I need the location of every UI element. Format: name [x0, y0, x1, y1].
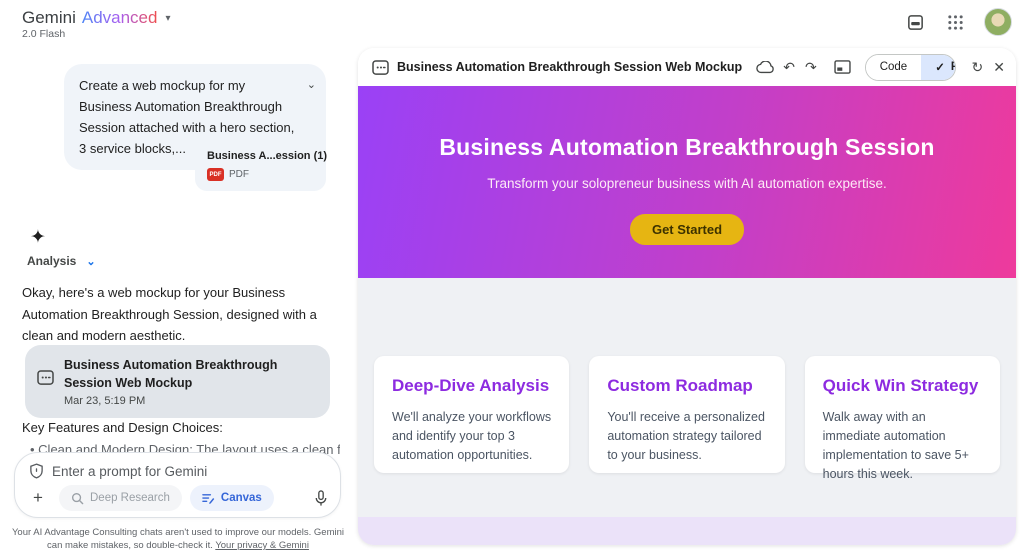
apps-grid-icon[interactable] [944, 11, 966, 33]
card-title: Custom Roadmap [607, 376, 753, 395]
artifact-card[interactable]: Business Automation Breakthrough Session… [25, 345, 330, 418]
get-started-button[interactable]: Get Started [629, 213, 745, 245]
model-version-label: 2.0 Flash [22, 28, 66, 40]
card-body: Walk away with an immediate automation i… [822, 410, 969, 481]
document-icon [37, 370, 54, 407]
attachment-name: Business A...ession (1) [207, 150, 328, 162]
avatar[interactable] [984, 8, 1012, 36]
canvas-doc-title: Business Automation Breakthrough Session… [397, 60, 743, 74]
canvas-button[interactable]: Canvas [189, 485, 274, 511]
card-title: Deep-Dive Analysis [392, 376, 550, 395]
attachment-card[interactable]: Business A...ession (1) PDF PDF [195, 140, 328, 191]
attachment-type-label: PDF [229, 169, 249, 180]
chevron-down-icon: ▾ [165, 12, 171, 24]
prompt-box: + Deep Research Canvas [14, 452, 341, 518]
service-card-quick-win: Quick Win Strategy Walk away with an imm… [804, 356, 1000, 481]
open-in-window-icon[interactable] [834, 56, 851, 78]
hero-subtitle: Transform your solopreneur business with… [487, 175, 887, 191]
canvas-label: Canvas [220, 492, 262, 504]
analysis-toggle[interactable]: Analysis ⌄ [27, 254, 96, 268]
check-icon: ✓ [935, 62, 945, 74]
gemini-sparkle-icon: ✦ [30, 227, 46, 248]
card-title: Quick Win Strategy [822, 376, 979, 395]
inbox-icon[interactable] [904, 11, 926, 33]
privacy-link[interactable]: Your privacy & Gemini [215, 540, 309, 551]
add-attachment-button[interactable]: + [25, 485, 51, 511]
shield-icon [29, 463, 44, 479]
pdf-icon: PDF [207, 168, 224, 181]
service-cards-row: Deep-Dive Analysis We'll analyze your wo… [374, 356, 1000, 481]
prompt-input[interactable] [52, 463, 326, 479]
search-icon [71, 492, 84, 505]
analysis-label: Analysis [27, 254, 77, 268]
deep-research-button[interactable]: Deep Research [59, 485, 182, 511]
redo-icon[interactable]: ↷ [804, 56, 818, 78]
social-proof-section: You're in Good Company [358, 517, 1016, 545]
document-icon [372, 59, 389, 75]
chat-column: Create a web mockup for my Business Auto… [0, 48, 358, 554]
assistant-response-text: Okay, here's a web mockup for your Busin… [22, 285, 317, 343]
microphone-icon[interactable] [314, 489, 328, 507]
code-preview-toggle: Code ✓ Preview [864, 53, 957, 81]
preview-viewport: Business Automation Breakthrough Session… [358, 86, 1016, 545]
artifact-timestamp: Mar 23, 5:19 PM [64, 395, 146, 407]
app-header: Gemini Advanced ▾ 2.0 Flash [0, 0, 1024, 48]
close-icon[interactable]: ✕ [992, 56, 1006, 78]
code-tab[interactable]: Code [865, 54, 922, 80]
service-card-deep-dive: Deep-Dive Analysis We'll analyze your wo… [374, 356, 570, 473]
features-heading: Key Features and Design Choices: [22, 420, 223, 435]
chevron-down-icon: ⌄ [86, 255, 96, 268]
card-body: We'll analyze your workflows and identif… [392, 410, 552, 462]
cloud-saved-icon [756, 56, 774, 78]
card-body: You'll receive a personalized automation… [607, 410, 765, 462]
disclaimer-text: Your AI Advantage Consulting chats aren'… [11, 527, 345, 551]
refresh-icon[interactable]: ↻ [970, 56, 984, 78]
expand-message-chevron-icon[interactable]: ⌄ [307, 75, 316, 96]
deep-research-label: Deep Research [90, 492, 170, 504]
canvas-panel: Business Automation Breakthrough Session… [358, 48, 1016, 545]
edit-note-icon [202, 492, 215, 505]
artifact-title: Business Automation Breakthrough Session… [64, 358, 278, 390]
canvas-header: Business Automation Breakthrough Session… [358, 48, 1016, 86]
brand-gemini: Gemini [22, 8, 76, 27]
undo-icon[interactable]: ↶ [782, 56, 796, 78]
brand-advanced: Advanced [81, 8, 158, 27]
header-actions [904, 8, 1012, 36]
service-card-custom-roadmap: Custom Roadmap You'll receive a personal… [589, 356, 785, 473]
preview-tab[interactable]: ✓ Preview [921, 54, 956, 80]
hero-title: Business Automation Breakthrough Session [439, 133, 935, 160]
model-switcher[interactable]: Gemini Advanced ▾ [22, 8, 171, 28]
gemini-app: Gemini Advanced ▾ 2.0 Flash Create a web… [0, 0, 1024, 554]
hero-section: Business Automation Breakthrough Session… [358, 86, 1016, 278]
